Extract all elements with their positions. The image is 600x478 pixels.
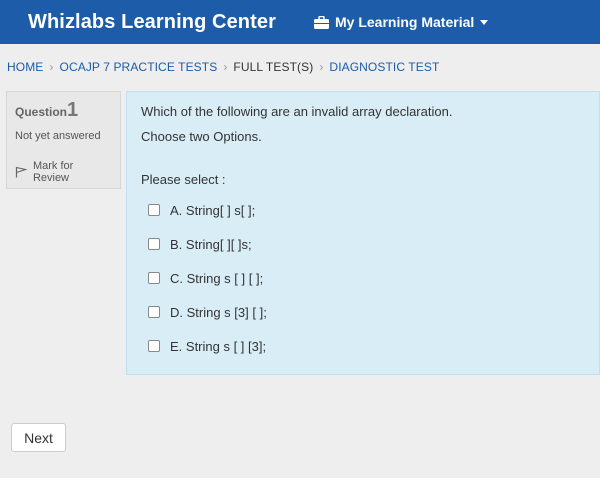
question-label: Question (15, 105, 68, 119)
chevron-right-icon: › (49, 60, 54, 74)
question-content-panel: Which of the following are an invalid ar… (126, 91, 600, 375)
option-b[interactable]: B. String[ ][ ]s; (141, 227, 585, 261)
top-navbar: Whizlabs Learning Center My Learning Mat… (0, 0, 600, 44)
chevron-right-icon: › (223, 60, 228, 74)
option-c-checkbox[interactable] (148, 272, 160, 284)
options-list: A. String[ ] s[ ]; B. String[ ][ ]s; C. … (141, 193, 585, 363)
option-d-label: D. String s [3] [ ]; (170, 304, 267, 320)
option-c[interactable]: C. String s [ ] [ ]; (141, 261, 585, 295)
option-d[interactable]: D. String s [3] [ ]; (141, 295, 585, 329)
chevron-right-icon: › (319, 60, 324, 74)
flag-icon (15, 166, 27, 178)
option-d-checkbox[interactable] (148, 306, 160, 318)
mark-for-review-label: Mark for Review (32, 160, 74, 184)
option-a[interactable]: A. String[ ] s[ ]; (141, 193, 585, 227)
question-title: Question 1 (15, 99, 112, 122)
question-text: Which of the following are an invalid ar… (141, 104, 453, 119)
briefcase-icon (314, 15, 329, 29)
next-button[interactable]: Next (11, 423, 66, 452)
breadcrumb-home[interactable]: HOME (7, 60, 43, 74)
option-b-checkbox[interactable] (148, 238, 160, 250)
my-learning-material-menu[interactable]: My Learning Material (314, 14, 494, 30)
option-e[interactable]: E. String s [ ] [3]; (141, 329, 585, 363)
breadcrumb-full-tests: FULL TEST(S) (233, 60, 314, 74)
question-instructions: Choose two Options. (141, 129, 262, 144)
brand-title[interactable]: Whizlabs Learning Center (28, 11, 276, 34)
option-a-label: A. String[ ] s[ ]; (170, 202, 256, 218)
option-e-label: E. String s [ ] [3]; (170, 338, 267, 354)
caret-down-icon (480, 19, 489, 25)
question-info-panel: Question 1 Not yet answered Mark for Rev… (6, 91, 121, 189)
option-a-checkbox[interactable] (148, 204, 160, 216)
menu-label: My Learning Material (335, 14, 475, 30)
option-e-checkbox[interactable] (148, 340, 160, 352)
option-b-label: B. String[ ][ ]s; (170, 236, 252, 252)
breadcrumb-ocajp[interactable]: OCAJP 7 PRACTICE TESTS (60, 60, 218, 74)
mark-for-review-button[interactable]: Mark for Review (15, 160, 112, 184)
select-prompt: Please select : (141, 172, 226, 187)
breadcrumb-diagnostic-test[interactable]: DIAGNOSTIC TEST (329, 60, 439, 74)
option-c-label: C. String s [ ] [ ]; (170, 270, 264, 286)
answer-status: Not yet answered (15, 130, 101, 142)
question-number: 1 (67, 99, 79, 121)
breadcrumb: HOME › OCAJP 7 PRACTICE TESTS › FULL TES… (7, 60, 439, 74)
